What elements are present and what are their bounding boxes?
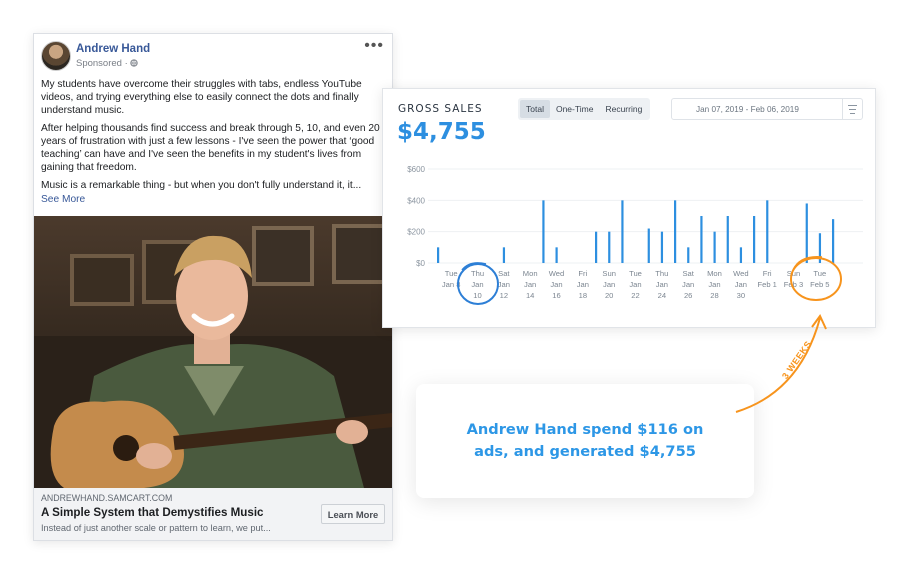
bar bbox=[726, 216, 729, 263]
bar bbox=[437, 247, 440, 263]
y-tick-label: $400 bbox=[407, 196, 425, 205]
ad-header: Andrew Hand Sponsored · ••• bbox=[41, 37, 384, 73]
bar bbox=[739, 247, 743, 263]
x-tick-label: 30 bbox=[737, 291, 745, 300]
x-tick-label: Tue bbox=[445, 269, 458, 278]
x-tick-label: Sat bbox=[498, 269, 510, 278]
more-options-icon[interactable]: ••• bbox=[364, 37, 384, 55]
x-tick-label: 28 bbox=[710, 291, 718, 300]
ad-headline[interactable]: A Simple System that Demystifies Music bbox=[41, 506, 264, 519]
x-tick-label: Sun bbox=[787, 269, 801, 278]
bar bbox=[818, 233, 822, 263]
avatar[interactable] bbox=[41, 41, 71, 71]
ad-body-text: My students have overcome their struggle… bbox=[41, 78, 384, 206]
tab-one-time[interactable]: One-Time bbox=[550, 100, 599, 118]
bar bbox=[621, 200, 624, 263]
x-tick-label: Feb 3 bbox=[784, 280, 803, 289]
bar bbox=[502, 247, 506, 263]
x-tick-label: Fri bbox=[578, 269, 587, 278]
x-tick-label: Jan bbox=[656, 280, 668, 289]
x-tick-label: Sat bbox=[682, 269, 694, 278]
bar bbox=[687, 247, 690, 263]
bar bbox=[753, 216, 756, 263]
x-tick-label: Jan bbox=[682, 280, 694, 289]
x-tick-label: Mon bbox=[523, 269, 538, 278]
learn-more-button[interactable]: Learn More bbox=[321, 504, 385, 524]
x-tick-label: Jan bbox=[524, 280, 536, 289]
gross-sales-title: GROSS SALES bbox=[398, 103, 483, 115]
ad-paragraph: After helping thousands find success and… bbox=[41, 123, 380, 173]
gross-sales-amount: $4,755 bbox=[397, 119, 486, 145]
x-tick-label: 12 bbox=[500, 291, 508, 300]
bar bbox=[700, 216, 703, 263]
bar bbox=[832, 219, 835, 263]
y-tick-label: $0 bbox=[416, 259, 425, 268]
x-tick-label: Tue bbox=[629, 269, 642, 278]
bar bbox=[660, 231, 664, 263]
bar bbox=[542, 200, 545, 263]
bar bbox=[647, 228, 650, 263]
ad-photo[interactable] bbox=[34, 216, 392, 488]
bar bbox=[595, 231, 598, 263]
ad-paragraph: My students have overcome their struggle… bbox=[41, 79, 362, 116]
x-tick-label: Fri bbox=[763, 269, 772, 278]
x-tick-label: Tue bbox=[813, 269, 826, 278]
bar bbox=[608, 231, 611, 263]
bar bbox=[674, 200, 677, 263]
ad-domain: ANDREWHAND.SAMCART.COM bbox=[41, 493, 173, 503]
y-tick-label: $200 bbox=[407, 228, 425, 237]
sales-bar-chart: $0 $200 $400 $600 Tue Jan 8 Thu Jan 10 Sat Jan 12 Mo… bbox=[407, 165, 863, 300]
ad-description: Instead of just another scale or pattern… bbox=[41, 523, 271, 533]
result-callout: Andrew Hand spend $116 on ads, and gener… bbox=[416, 384, 754, 498]
x-tick-label: Jan bbox=[735, 280, 747, 289]
x-tick-label: Feb 1 bbox=[757, 280, 776, 289]
x-tick-label: Jan bbox=[603, 280, 615, 289]
x-tick-label: Jan bbox=[629, 280, 641, 289]
date-range-text: Jan 07, 2019 - Feb 06, 2019 bbox=[696, 104, 799, 114]
x-tick-label: Thu bbox=[655, 269, 668, 278]
three-weeks-label: 3 WEEKS bbox=[780, 338, 814, 381]
x-tick-label: Wed bbox=[549, 269, 564, 278]
x-tick-label: Jan bbox=[471, 280, 483, 289]
x-tick-label: Jan bbox=[577, 280, 589, 289]
tab-total[interactable]: Total bbox=[520, 100, 550, 118]
x-tick-label: Jan bbox=[498, 280, 510, 289]
x-tick-label: Jan bbox=[550, 280, 562, 289]
x-tick-label: Mon bbox=[707, 269, 722, 278]
ad-paragraph: Music is a remarkable thing - but when y… bbox=[41, 180, 362, 191]
callout-text: Andrew Hand spend $116 on ads, and gener… bbox=[466, 421, 704, 460]
bar bbox=[713, 231, 716, 263]
bar bbox=[555, 247, 558, 263]
author-name[interactable]: Andrew Hand bbox=[76, 43, 150, 55]
x-tick-label: Sun bbox=[602, 269, 616, 278]
x-tick-label: 20 bbox=[605, 291, 613, 300]
x-tick-label: Feb 5 bbox=[810, 280, 829, 289]
x-tick-label: 10 bbox=[473, 291, 481, 300]
x-tick-label: Jan bbox=[708, 280, 720, 289]
x-tick-label: 22 bbox=[631, 291, 639, 300]
x-tick-label: Jan 8 bbox=[442, 280, 461, 289]
x-tick-label: Thu bbox=[471, 269, 484, 278]
menu-icon[interactable] bbox=[842, 99, 862, 119]
date-range-picker[interactable]: Jan 07, 2019 - Feb 06, 2019 bbox=[671, 98, 863, 120]
x-tick-label: 14 bbox=[526, 291, 534, 300]
ad-link-footer[interactable]: ANDREWHAND.SAMCART.COM A Simple System t… bbox=[34, 488, 392, 540]
x-tick-label: Wed bbox=[733, 269, 748, 278]
bar bbox=[805, 203, 808, 263]
x-tick-label: 18 bbox=[579, 291, 587, 300]
globe-icon bbox=[130, 59, 139, 67]
bar bbox=[766, 200, 769, 263]
see-more-link[interactable]: See More bbox=[41, 194, 85, 205]
sales-type-toggle: Total One-Time Recurring bbox=[518, 98, 651, 120]
x-tick-label: 24 bbox=[658, 291, 666, 300]
sponsored-text: Sponsored · bbox=[76, 58, 128, 69]
y-tick-label: $600 bbox=[407, 165, 425, 174]
guitar-player-photo bbox=[34, 224, 392, 488]
x-tick-label: 16 bbox=[552, 291, 560, 300]
tab-recurring[interactable]: Recurring bbox=[599, 100, 648, 118]
facebook-ad-card: Andrew Hand Sponsored · ••• My students … bbox=[33, 33, 393, 541]
gross-sales-card: GROSS SALES $4,755 Total One-Time Recurr… bbox=[382, 88, 876, 328]
sponsored-label: Sponsored · bbox=[76, 58, 139, 69]
x-tick-label: 26 bbox=[684, 291, 692, 300]
